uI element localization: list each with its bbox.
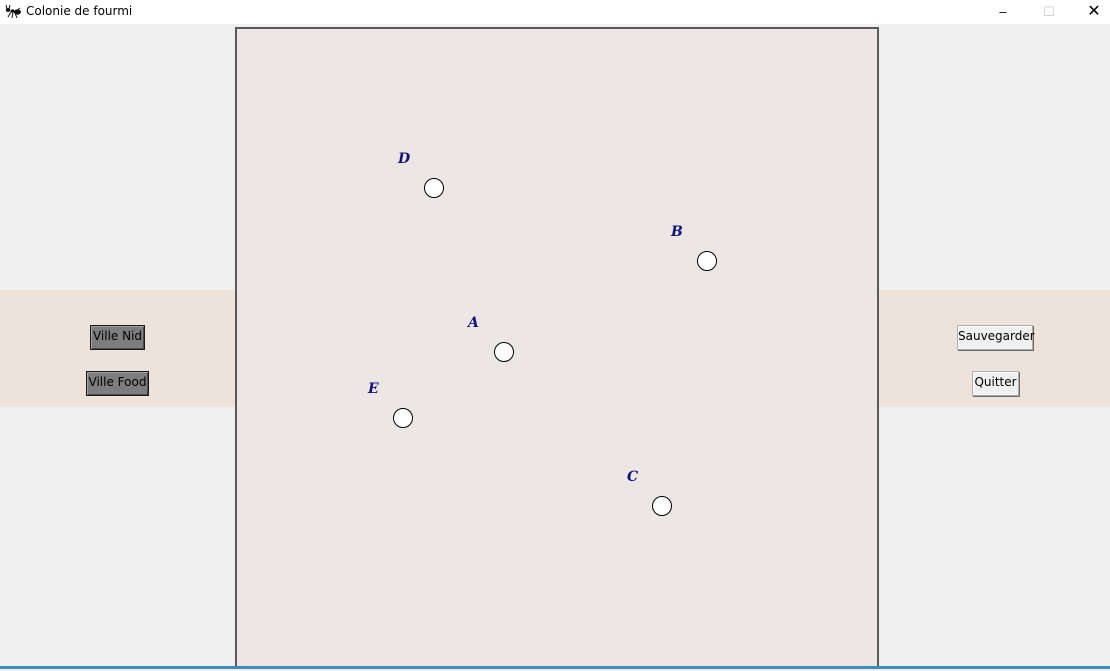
city-d[interactable]: D xyxy=(397,151,444,198)
title-bar: Colonie de fourmi – ☐ ✕ xyxy=(0,0,1110,24)
city-node[interactable] xyxy=(424,178,444,198)
quit-button[interactable]: Quitter xyxy=(972,371,1019,396)
city-e[interactable]: E xyxy=(367,381,413,428)
ant-icon xyxy=(5,4,21,19)
city-node[interactable] xyxy=(652,496,672,516)
city-label: A xyxy=(466,315,479,331)
city-a[interactable]: A xyxy=(466,315,514,362)
city-node[interactable] xyxy=(494,342,514,362)
right-control-panel: Sauvegarder Quitter xyxy=(879,290,1110,407)
colony-canvas[interactable]: D B A E C xyxy=(235,27,879,669)
minimize-button[interactable]: – xyxy=(980,0,1026,24)
close-button[interactable]: ✕ xyxy=(1071,0,1110,24)
ville-nid-button[interactable]: Ville Nid xyxy=(90,325,145,350)
city-node[interactable] xyxy=(697,251,717,271)
maximize-button[interactable]: ☐ xyxy=(1026,0,1072,24)
ville-food-button[interactable]: Ville Food xyxy=(86,371,149,396)
city-label: D xyxy=(397,151,411,167)
city-label: E xyxy=(367,381,379,397)
city-c[interactable]: C xyxy=(627,469,672,516)
city-label: B xyxy=(670,224,683,240)
left-control-panel: Ville Nid Ville Food xyxy=(0,290,236,407)
city-node[interactable] xyxy=(393,408,413,428)
city-map: D B A E C xyxy=(367,151,717,516)
window-title: Colonie de fourmi xyxy=(26,4,133,18)
city-label: C xyxy=(627,469,638,485)
city-b[interactable]: B xyxy=(670,224,717,271)
save-button[interactable]: Sauvegarder xyxy=(957,325,1035,350)
